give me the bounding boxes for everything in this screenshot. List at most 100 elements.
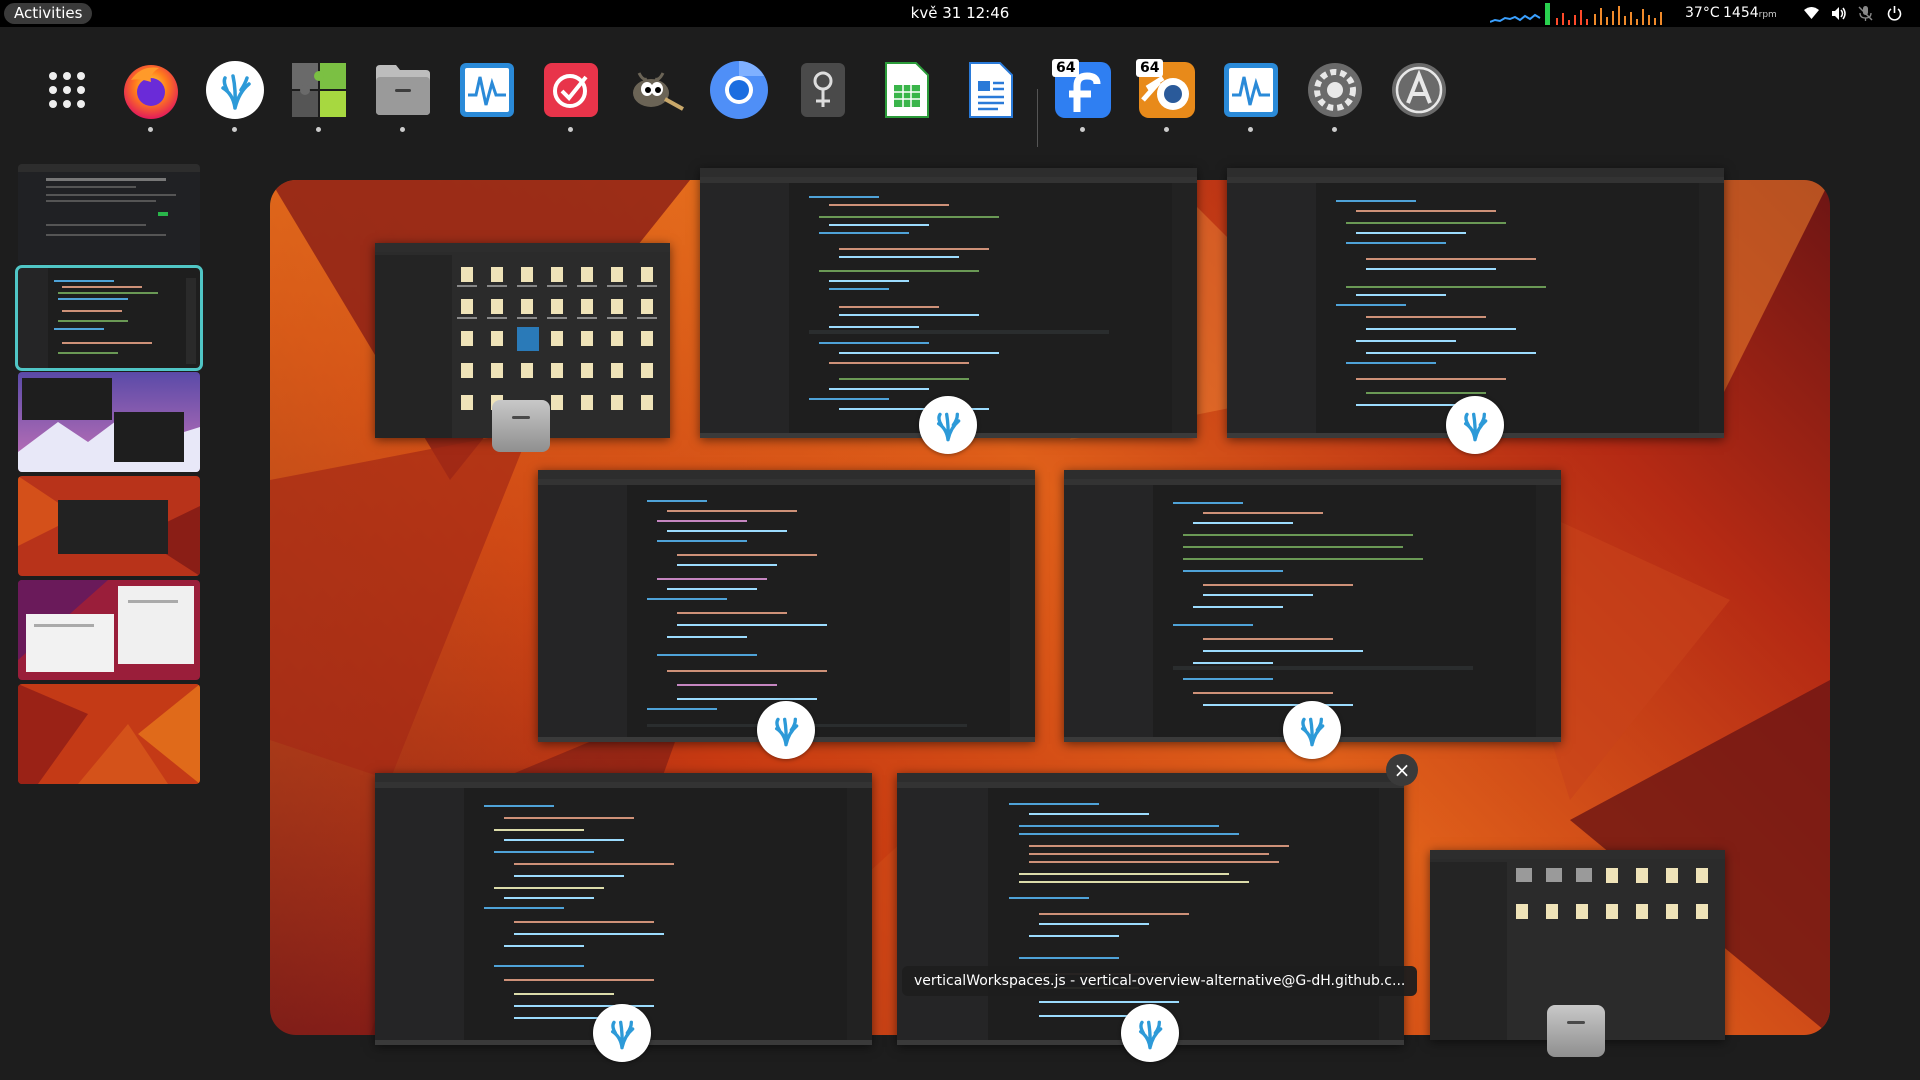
arch-badge: 64 [1052,59,1080,77]
microphone-off-icon[interactable] [1857,5,1874,22]
running-indicator [1080,127,1085,132]
vscodium-launcher[interactable] [204,59,266,132]
activities-button[interactable]: Activities [4,3,93,24]
app-grid-button[interactable] [36,59,98,121]
tasks-launcher[interactable] [540,59,602,132]
vscodium-app-icon [1283,701,1341,759]
arch-badge: 64 [1136,59,1164,77]
gimp-icon [633,72,684,111]
firefox-launcher[interactable] [120,59,182,132]
close-window-button[interactable]: × [1386,754,1418,786]
editor-minimap [1010,485,1035,737]
editor-sidebar [1227,183,1317,438]
window-titlebar [375,243,670,252]
editor-gutter [627,485,643,742]
gimp-launcher[interactable] [624,59,686,121]
editor-minimap [1536,485,1561,737]
editor-sidebar [538,485,628,742]
running-indicator [1248,127,1253,132]
spreadsheet-launcher[interactable] [876,59,938,121]
files-app-icon [492,400,550,452]
running-indicator [400,127,405,132]
running-indicator [316,127,321,132]
app-grid-icon [49,72,85,108]
editor-minimap [847,788,872,1040]
running-indicator [148,127,153,132]
settings-icon [1308,63,1362,117]
workspace-thumbnail-6[interactable] [18,684,200,784]
workspace-thumbnail-4[interactable] [18,476,200,576]
extensions-launcher[interactable] [288,59,350,132]
files-launcher[interactable] [372,59,434,132]
editor-code [1173,502,1474,706]
editor-minimap [1172,183,1197,433]
running-indicator [1332,127,1337,132]
system-monitor-2-launcher[interactable] [1220,59,1282,132]
vscodium-app-icon [757,701,815,759]
vscodium-icon [611,1020,635,1050]
running-indicator [232,127,237,132]
editor-sidebar [1064,485,1154,742]
editor-gutter [1316,183,1332,438]
chromium-launcher[interactable] [708,59,770,121]
workspace-thumbnail-1[interactable] [18,164,200,264]
writer-icon [969,62,1013,118]
vscodium-app-icon [593,1004,651,1062]
editor-code [809,196,1110,410]
window-titlebar [1227,168,1724,177]
vscodium-icon [937,412,961,442]
vscodium-icon [1139,1020,1163,1050]
keyring-icon [801,63,845,117]
workspace-preview [18,580,200,680]
window-titlebar [375,773,872,782]
keyring-launcher[interactable] [792,59,854,121]
wifi-icon[interactable] [1803,5,1820,22]
software-updater-launcher[interactable] [1388,59,1450,121]
workspace-preview [18,164,200,264]
workspace-preview [18,684,200,784]
blender-launcher[interactable]: 64 [1136,59,1198,132]
workspace-thumbnail-2[interactable] [15,265,203,371]
fedora-launcher[interactable]: 64 [1052,59,1114,132]
editor-gutter [1153,485,1169,742]
window-title-tooltip: verticalWorkspaces.js - vertical-overvie… [902,966,1418,996]
editor-sidebar [375,788,465,1045]
editor-code [647,500,968,727]
workspace-thumbnail-3[interactable] [18,372,200,472]
vscodium-app-icon [1446,396,1504,454]
system-monitor-icon [1224,63,1278,117]
clock[interactable]: kvě 31 12:46 [911,4,1010,22]
workspace-thumbnail-5[interactable] [18,580,200,680]
settings-launcher[interactable] [1304,59,1366,132]
system-monitor-graph[interactable] [1490,0,1675,27]
window-titlebar [897,773,1404,782]
vscodium-icon [206,61,264,119]
editor-gutter [464,788,480,1045]
editor-sidebar [897,788,989,1045]
editor-code [484,805,675,1019]
window-titlebar [538,470,1035,479]
system-monitor-launcher[interactable] [456,59,518,121]
spreadsheet-icon [885,62,929,118]
fan-rpm-readout: 1454rpm [1723,0,1777,29]
editor-sidebar [700,183,790,438]
fan-rpm-value: 1454 [1723,5,1759,21]
running-indicator [568,127,573,132]
fan-rpm-unit: rpm [1758,10,1777,20]
vscodium-icon [775,717,799,747]
window-titlebar [1430,850,1725,859]
editor-code [1336,200,1547,406]
writer-launcher[interactable] [960,59,1022,121]
tasks-icon [544,63,598,117]
extensions-icon [292,63,346,117]
power-icon[interactable] [1886,5,1903,22]
editor-gutter [789,183,805,438]
files-sidebar [1430,862,1507,1040]
volume-icon[interactable] [1830,5,1847,22]
top-bar: Activities kvě 31 12:46 37°C 1454rpm [0,0,1920,27]
software-updater-icon [1392,63,1446,117]
dash: 64 64 [0,27,1920,147]
vscodium-icon [1464,412,1488,442]
file-grid [457,267,657,410]
chromium-icon [710,61,768,119]
